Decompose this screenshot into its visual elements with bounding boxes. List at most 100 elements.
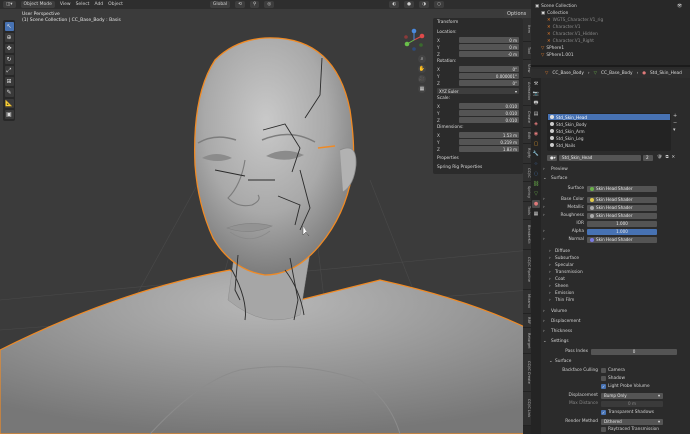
preview-panel-header[interactable]: › Preview [543, 166, 690, 173]
raytraced-checkbox[interactable] [601, 427, 606, 432]
slot-menu-icon[interactable]: ▾ [673, 127, 677, 134]
tab-cc-create[interactable]: CC/iC Create [523, 354, 531, 392]
shadow-checkbox[interactable] [601, 376, 606, 381]
measure-icon[interactable]: 📐 [4, 99, 14, 108]
fake-user-icon[interactable]: 🛡 [657, 155, 662, 160]
shading-rendered-icon[interactable]: ○ [434, 1, 444, 8]
metallic-field[interactable]: Skin Head Shader [587, 204, 657, 211]
tab-tools[interactable]: Tools [523, 202, 531, 220]
transform-header[interactable]: Transform [437, 20, 458, 25]
camera-checkbox[interactable] [601, 368, 606, 373]
outliner-item[interactable]: ▣ Collection [541, 10, 568, 16]
grid-toggle-icon[interactable]: ▦ [418, 85, 426, 93]
overlay-icon[interactable]: ◐ [389, 1, 400, 8]
subsurface-subpanel[interactable]: › Subsurface [543, 255, 690, 262]
transparent-shadows-checkbox[interactable]: ✓ [601, 410, 606, 415]
zoom-icon[interactable]: ⌕ [418, 55, 426, 63]
surface-shader-field[interactable]: Skin Head Shader [587, 185, 657, 192]
material-name-field[interactable]: Std_Skin_Head [559, 154, 641, 161]
shading-solid-icon[interactable]: ● [404, 1, 415, 8]
outliner-item[interactable]: ▽ SPhere1.001 [541, 52, 574, 58]
menu-object[interactable]: Object [108, 2, 123, 7]
location-z-row[interactable]: Z -0 m [437, 51, 519, 57]
outliner[interactable]: ▣ Scene Collection ▣ Collection ✕ WGTS_Char… [531, 0, 690, 67]
location-x-row[interactable]: X0 m [437, 37, 519, 43]
displacement-method-dropdown[interactable]: Bump Only ▾ [601, 392, 663, 399]
list-item[interactable]: Std_Skin_Body [548, 121, 670, 127]
properties-panel-header[interactable]: Properties [437, 156, 459, 161]
proportional-icon[interactable]: ◎ [264, 1, 275, 8]
annotate-icon[interactable]: ✎ [4, 88, 14, 97]
tab-mixamo[interactable]: Mixamo [523, 290, 531, 314]
world-tab-icon[interactable]: ◉ [532, 130, 540, 138]
rotation-mode-dropdown[interactable]: XYZ Euler ▾ [437, 88, 519, 94]
particles-tab-icon[interactable]: ⁘ [532, 160, 540, 168]
view-layer-tab-icon[interactable]: ▤ [532, 110, 540, 118]
scene-tab-icon[interactable]: ◈ [532, 120, 540, 128]
rotation-y-row[interactable]: Y 0.000001° [437, 73, 519, 79]
editor-type-icon[interactable]: ◫▾ [3, 1, 16, 8]
menu-add[interactable]: Add [94, 2, 103, 7]
eye-icon[interactable]: 👁 [677, 3, 682, 9]
dimensions-x-row[interactable]: X 1.53 m [437, 132, 519, 138]
pass-index-field[interactable]: 0 [591, 348, 677, 355]
pan-hand-icon[interactable]: ✋ [418, 65, 426, 73]
physics-tab-icon[interactable]: ◌ [532, 170, 540, 178]
tool-tab-icon[interactable]: ⚒ [532, 80, 540, 88]
outliner-scene-collection[interactable]: ▣ Scene Collection [535, 3, 577, 9]
render-tab-icon[interactable]: 📷 [532, 90, 540, 98]
remove-slot-icon[interactable]: − [673, 120, 677, 127]
mode-dropdown[interactable]: Object Mode [20, 1, 55, 8]
tab-cc-ic[interactable]: CC/iC [523, 164, 531, 182]
spring-rig-header[interactable]: Spring Rig Properties [437, 165, 482, 170]
rotation-z-row[interactable]: Z 0° [437, 80, 519, 86]
tab-rigify[interactable]: Rigify [523, 144, 531, 164]
rotate-icon[interactable]: ↻ [4, 55, 14, 64]
outliner-item[interactable]: ▽ SPhere1 [541, 45, 564, 51]
light-probe-checkbox[interactable]: ✓ [601, 384, 606, 389]
thickness-panel-header[interactable]: › Thickness [543, 328, 690, 335]
list-item[interactable]: Std_Skin_Arm [548, 128, 670, 134]
settings-panel-header[interactable]: ⌄ Settings [543, 338, 690, 345]
tab-rbf[interactable]: RBF [523, 314, 531, 328]
material-slot-list[interactable]: Std_Skin_Head Std_Skin_Body Std_Skin_Arm… [547, 113, 671, 151]
render-method-dropdown[interactable]: Dithered ▾ [601, 418, 663, 425]
dimensions-z-row[interactable]: Z 1.83 m [437, 146, 519, 152]
diffuse-subpanel[interactable]: › Diffuse [543, 248, 690, 255]
scale-y-row[interactable]: Y 0.010 [437, 110, 519, 116]
navigation-gizmo[interactable] [402, 28, 426, 52]
unlink-icon[interactable]: ✕ [672, 155, 676, 160]
browse-material-icon[interactable]: ●▾ [547, 154, 557, 161]
scale-x-row[interactable]: X 0.010 [437, 103, 519, 109]
orientation-dropdown[interactable]: Global [209, 1, 231, 8]
coat-subpanel[interactable]: › Coat [543, 276, 690, 283]
shading-material-icon[interactable]: ◑ [419, 1, 430, 8]
ior-field[interactable]: 1.000 [587, 220, 657, 227]
max-distance-field[interactable]: 0 m [601, 400, 663, 407]
displacement-panel-header[interactable]: › Displacement [543, 318, 690, 325]
thin-film-subpanel[interactable]: › Thin Film [543, 297, 690, 304]
menu-select[interactable]: Select [76, 2, 90, 7]
specular-subpanel[interactable]: › Specular [543, 262, 690, 269]
camera-view-icon[interactable]: 🎥 [418, 75, 426, 83]
roughness-field[interactable]: Skin Head Shader [587, 212, 657, 219]
outliner-item[interactable]: ✕ Character.V1_Right [547, 38, 594, 44]
tab-item[interactable]: Item [523, 18, 531, 42]
list-item[interactable]: Std_Skin_Head [548, 114, 670, 120]
cursor-icon[interactable]: ⊕ [4, 33, 14, 42]
list-item[interactable]: Std_Nails [548, 142, 670, 148]
volume-panel-header[interactable]: › Volume [543, 308, 690, 315]
duplicate-icon[interactable]: ⧉ [665, 155, 668, 160]
dimensions-y-row[interactable]: Y 0.219 m [437, 139, 519, 145]
tab-cc-link[interactable]: CC/iC Link [523, 392, 531, 426]
move-icon[interactable]: ✥ [4, 44, 14, 53]
tab-cc-pipeline[interactable]: CC/iC Pipeline [523, 250, 531, 290]
outliner-item[interactable]: ✕ Character.V1 [547, 24, 580, 30]
transform-icon[interactable]: ⊞ [4, 77, 14, 86]
alpha-field[interactable]: 1.000 [587, 228, 657, 235]
add-slot-icon[interactable]: + [673, 113, 677, 120]
select-box-icon[interactable]: ↖ [4, 22, 14, 31]
tab-edit[interactable]: Edit [523, 128, 531, 144]
scale-icon[interactable]: ⤢ [4, 66, 14, 75]
sheen-subpanel[interactable]: › Sheen [543, 283, 690, 290]
